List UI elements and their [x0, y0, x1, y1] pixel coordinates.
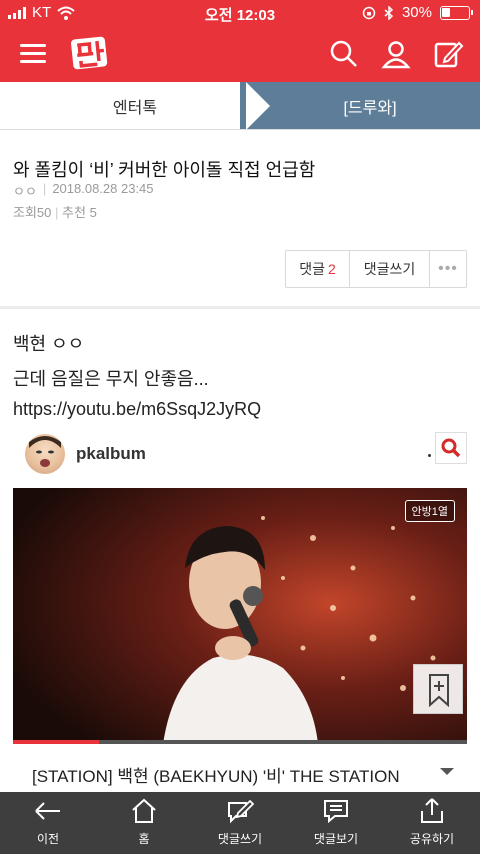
- write-comment-icon: [228, 799, 254, 824]
- search-icon: [330, 40, 357, 67]
- view-comment-icon: [324, 800, 348, 824]
- battery-fill: [442, 7, 450, 17]
- share-icon: [421, 798, 443, 823]
- post-stats: 조회50 | 추천 5: [13, 202, 97, 221]
- logo-icon: [71, 36, 108, 70]
- user-icon: [381, 41, 411, 69]
- nav-label: 이전: [36, 832, 60, 846]
- video-progress[interactable]: [13, 740, 467, 744]
- video-thumbnail: [13, 488, 467, 744]
- bookmark-add-icon: [429, 674, 449, 708]
- rotation-lock-icon: [362, 6, 376, 19]
- stats-separator: |: [55, 205, 59, 220]
- edit-icon: [434, 41, 464, 68]
- views-label: 조회: [13, 205, 37, 220]
- dot: [428, 454, 431, 457]
- body-line: 백현 ㅇㅇ: [13, 334, 85, 354]
- status-bar: KT 오전 12:03 30%: [0, 0, 480, 26]
- nav-label: 홈: [138, 832, 150, 846]
- search-icon: [441, 438, 461, 458]
- meta-separator: |: [42, 181, 47, 196]
- app-logo[interactable]: [68, 30, 110, 74]
- video-player[interactable]: 안방1열: [13, 488, 467, 744]
- embed-header: pkalbum: [13, 432, 467, 480]
- home-icon: [132, 798, 156, 823]
- menu-button[interactable]: [18, 38, 50, 70]
- nav-label: 댓글보기: [313, 832, 359, 846]
- comment-count: 2: [327, 261, 336, 277]
- video-progress-fill: [13, 740, 100, 744]
- avatar-face: [29, 436, 61, 467]
- more-button[interactable]: •••: [430, 251, 466, 287]
- write-post-button[interactable]: [432, 38, 464, 70]
- bottom-nav: 이전 홈 댓글쓰기 댓글보기 공유하기: [0, 792, 480, 854]
- divider: [0, 306, 480, 309]
- comment-button[interactable]: 댓글 2: [286, 251, 350, 287]
- nav-label: 공유하기: [409, 832, 455, 846]
- breadcrumb-category[interactable]: [드루와]: [240, 82, 480, 129]
- breadcrumb-arrow: [246, 82, 270, 130]
- nav-write-comment[interactable]: 댓글쓰기: [192, 792, 288, 854]
- write-comment-button[interactable]: 댓글쓰기: [350, 251, 430, 287]
- embed-search-button[interactable]: [435, 432, 467, 464]
- app-header: [0, 26, 480, 82]
- post-actions: 댓글 2 댓글쓰기 •••: [285, 250, 467, 288]
- post-date: 2018.08.28 23:45: [52, 181, 154, 196]
- menu-icon-bar: [20, 52, 46, 55]
- comment-label: 댓글: [299, 261, 325, 277]
- menu-icon: [20, 44, 46, 47]
- nav-label: 댓글쓰기: [217, 832, 263, 846]
- bookmark-button[interactable]: [413, 664, 463, 714]
- battery-percent: 30%: [401, 4, 432, 21]
- status-right: 30%: [362, 4, 473, 21]
- bluetooth-icon: [384, 5, 394, 20]
- expand-caret-icon[interactable]: [440, 768, 454, 775]
- recommend-count: 5: [89, 205, 97, 220]
- nav-share[interactable]: 공유하기: [384, 792, 480, 854]
- video-title[interactable]: [STATION] 백현 (BAEKHYUN) '비' THE STATION: [32, 762, 432, 787]
- nav-back[interactable]: 이전: [0, 792, 96, 854]
- recommend-label: 추천: [62, 205, 86, 220]
- nav-home[interactable]: 홈: [96, 792, 192, 854]
- video-badge: 안방1열: [404, 500, 455, 522]
- menu-icon-bar: [20, 60, 46, 63]
- post-author[interactable]: ㅇㅇ: [13, 181, 37, 200]
- nav-view-comment[interactable]: 댓글보기: [288, 792, 384, 854]
- body-link[interactable]: https://youtu.be/m6SsqJ2JyRQ: [13, 399, 261, 420]
- user-button[interactable]: [380, 38, 412, 70]
- post-meta: ㅇㅇ | 2018.08.28 23:45: [13, 181, 154, 200]
- channel-name[interactable]: pkalbum: [76, 444, 146, 464]
- search-button[interactable]: [328, 38, 360, 70]
- breadcrumb: 엔터톡 [드루와]: [0, 82, 480, 130]
- views-count: 50: [36, 205, 52, 220]
- arrow-left-icon: [35, 802, 60, 820]
- post-title: 와 폴킴이 ‘비’ 커버한 아이돌 직접 언급함: [13, 160, 316, 180]
- battery-icon: [440, 5, 473, 20]
- breadcrumb-section[interactable]: 엔터톡: [0, 82, 270, 129]
- channel-avatar[interactable]: [25, 434, 65, 474]
- body-line: 근데 음질은 무지 안좋음...: [13, 369, 209, 389]
